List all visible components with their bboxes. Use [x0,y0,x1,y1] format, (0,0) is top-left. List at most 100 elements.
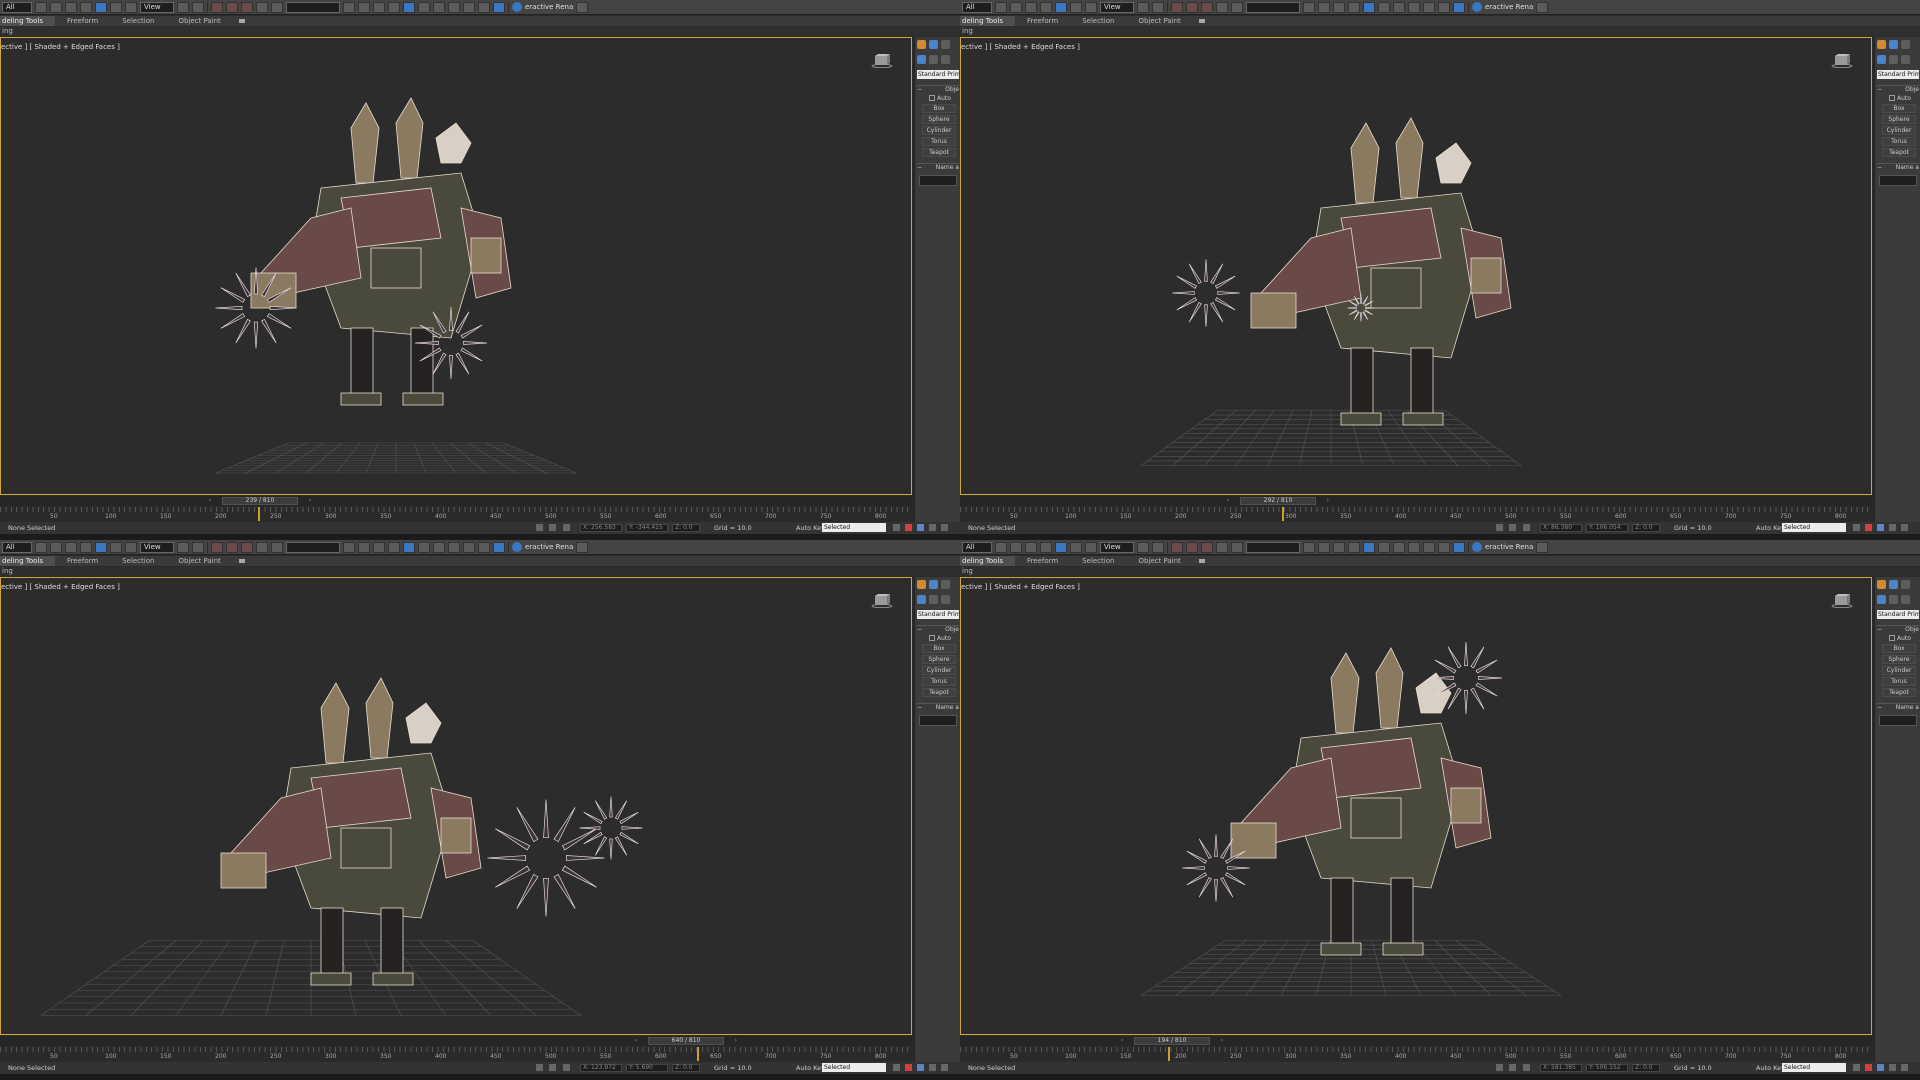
selection-filter-dropdown[interactable]: All [2,541,32,553]
region-select-icon[interactable] [65,541,77,553]
key-filter-dropdown[interactable]: Selected [822,523,886,532]
ribbon-options-icon[interactable] [1198,19,1205,23]
go-to-end-icon[interactable] [941,1064,948,1071]
render-setup-icon[interactable] [1423,1,1435,13]
window-crossing-icon[interactable] [80,1,92,13]
percent-snap-icon[interactable] [241,1,253,13]
region-select-icon[interactable] [1025,1,1037,13]
render-mode-control[interactable]: eractive Rena [512,542,573,552]
tab-object-paint[interactable]: Object Paint [166,16,232,26]
lock-selection-icon[interactable] [1496,524,1503,531]
time-slider-thumb[interactable]: ‹ 640 / 810 › [635,1037,737,1045]
render-setup-icon[interactable] [1423,541,1435,553]
select-icon[interactable] [995,1,1007,13]
select-by-name-icon[interactable] [1010,541,1022,553]
rollout-toggle-icon[interactable]: − [1877,86,1882,94]
select-icon[interactable] [995,541,1007,553]
material-editor-icon[interactable] [1408,541,1420,553]
autogrid-checkbox[interactable] [929,95,935,101]
selection-filter-dropdown[interactable]: All [962,1,992,13]
tab-modeling-tools[interactable]: deling Tools [0,16,55,26]
rendered-frame-icon[interactable] [1438,541,1450,553]
material-editor-icon[interactable] [1408,1,1420,13]
snap-icon[interactable] [1171,541,1183,553]
lights-icon[interactable] [941,55,950,64]
shapes-icon[interactable] [929,55,938,64]
named-selection-dropdown[interactable] [1246,1,1300,13]
schematic-view-icon[interactable] [1393,541,1405,553]
perspective-viewport[interactable]: ective ] [ Shaded + Edged Faces ] [0,37,912,495]
curve-editor-icon[interactable] [418,1,430,13]
layer-manager-icon[interactable] [373,1,385,13]
next-frame-icon[interactable]: › [1221,1038,1223,1044]
autokey-button[interactable]: Auto Key [1756,524,1785,532]
box-button[interactable]: Box [1882,104,1916,113]
tab-object-paint[interactable]: Object Paint [1126,556,1192,566]
ribbon-options-icon[interactable] [238,559,245,563]
curve-editor-icon[interactable] [418,541,430,553]
object-name-field[interactable] [919,175,957,186]
mirror-icon[interactable] [343,541,355,553]
prev-frame-icon[interactable]: ‹ [1121,1038,1123,1044]
render-setup-icon[interactable] [463,1,475,13]
selection-filter-dropdown[interactable]: All [2,1,32,13]
geometry-icon[interactable] [917,595,926,604]
z-coordinate-field[interactable]: Z: 0.0 [1632,1064,1660,1072]
layer-manager-icon[interactable] [1333,541,1345,553]
torus-button[interactable]: Torus [922,137,956,146]
region-select-icon[interactable] [65,1,77,13]
reference-coord-dropdown[interactable]: View [1100,541,1134,553]
scale-icon[interactable] [125,1,137,13]
layer-manager-icon[interactable] [1333,1,1345,13]
time-slider[interactable]: ‹ 239 / 810 › [0,496,912,506]
perspective-viewport[interactable]: ective ] [ Shaded + Edged Faces ] [0,577,912,1035]
render-production-icon[interactable] [1453,1,1465,13]
torus-button[interactable]: Torus [1882,677,1916,686]
play-icon[interactable] [917,524,924,531]
percent-snap-icon[interactable] [241,541,253,553]
next-frame-icon[interactable]: › [1327,498,1329,504]
schematic-view-icon[interactable] [1393,1,1405,13]
go-to-start-icon[interactable] [893,1064,900,1071]
curve-editor-icon[interactable] [1378,1,1390,13]
region-select-icon[interactable] [1025,541,1037,553]
x-coordinate-field[interactable]: X: 86.380 [1540,524,1582,532]
rotate-icon[interactable] [110,541,122,553]
viewport-label[interactable]: ective ] [ Shaded + Edged Faces ] [961,43,1080,51]
shapes-icon[interactable] [929,595,938,604]
edit-named-sets-icon[interactable] [1231,541,1243,553]
edit-named-sets-icon[interactable] [1231,1,1243,13]
perspective-viewport[interactable]: ective ] [ Shaded + Edged Faces ] [960,577,1872,1035]
create-tab-icon[interactable] [1889,580,1898,589]
render-options-icon[interactable] [576,1,589,13]
play-icon[interactable] [1877,524,1884,531]
prev-key-icon[interactable] [1865,1064,1872,1071]
cylinder-button[interactable]: Cylinder [1882,126,1916,135]
teapot-button[interactable]: Teapot [922,148,956,157]
mirror-icon[interactable] [343,1,355,13]
go-to-end-icon[interactable] [1901,1064,1908,1071]
geometry-category-dropdown[interactable]: Standard Primi [917,70,959,79]
key-filter-dropdown[interactable]: Selected [1782,523,1846,532]
time-slider[interactable]: ‹ 640 / 810 › [0,1036,912,1046]
align-icon[interactable] [1318,541,1330,553]
autogrid-checkbox[interactable] [1889,635,1895,641]
angle-snap-icon[interactable] [226,1,238,13]
move-icon[interactable] [95,541,107,553]
layer-manager-icon[interactable] [373,541,385,553]
mirror-icon[interactable] [1303,1,1315,13]
tab-selection[interactable]: Selection [1070,556,1126,566]
rollout-toggle-icon[interactable]: − [917,626,922,634]
object-name-field[interactable] [919,715,957,726]
y-coordinate-field[interactable]: Y: -344.415 [626,524,668,532]
prev-frame-icon[interactable]: ‹ [635,1038,637,1044]
absolute-mode-icon[interactable] [563,524,570,531]
prev-key-icon[interactable] [1865,524,1872,531]
angle-snap-icon[interactable] [1186,541,1198,553]
select-by-name-icon[interactable] [1010,1,1022,13]
scene-explorer-icon[interactable] [1348,541,1360,553]
modify-tab-icon[interactable] [1901,40,1910,49]
scene-explorer-icon[interactable] [1348,1,1360,13]
prev-key-icon[interactable] [905,1064,912,1071]
sun-icon[interactable] [1877,40,1886,49]
